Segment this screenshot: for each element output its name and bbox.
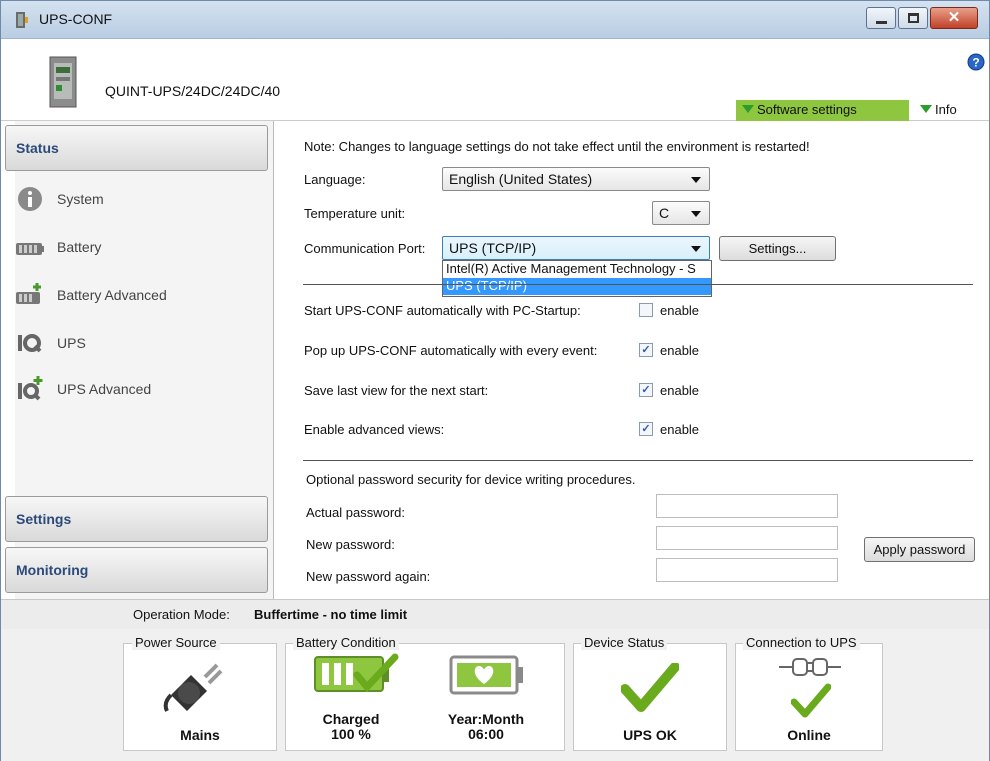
device-name: QUINT-UPS/24DC/24DC/40 — [105, 83, 281, 99]
option-label: Enable advanced views: — [304, 422, 445, 437]
battery-state: Charged — [322, 711, 380, 727]
connection-value: Online — [787, 727, 831, 743]
ups-icon — [18, 334, 42, 353]
option-enable-label: enable — [660, 343, 700, 358]
option-label: Pop up UPS-CONF automatically with every… — [304, 343, 598, 358]
sidebar-section-status[interactable]: Status — [5, 125, 268, 171]
minimize-button[interactable] — [866, 7, 896, 29]
operation-mode-label: Operation Mode: — [133, 607, 230, 622]
communication-port-select[interactable]: UPS (TCP/IP) — [442, 236, 710, 260]
maximize-button[interactable] — [898, 7, 928, 29]
software-settings-label: Software settings — [757, 102, 857, 117]
language-value: English (United States) — [449, 171, 593, 187]
option-label: Save last view for the next start: — [304, 383, 489, 398]
svg-text:?: ? — [972, 56, 979, 70]
operation-mode-value: Buffertime - no time limit — [254, 607, 408, 622]
dropdown-option-selected[interactable]: UPS (TCP/IP) — [443, 278, 711, 295]
battery-health-icon — [449, 655, 523, 695]
actual-password-label: Actual password: — [306, 505, 405, 520]
communication-port-value: UPS (TCP/IP) — [449, 240, 537, 256]
option-enable-label: enable — [660, 303, 700, 318]
device-image-icon — [49, 56, 77, 108]
info-tab[interactable]: Info — [916, 100, 976, 121]
chevron-down-icon — [691, 211, 701, 217]
new-password-again-field[interactable] — [656, 558, 838, 582]
battery-age-label: Year:Month — [447, 711, 525, 727]
new-password-label: New password: — [306, 537, 395, 552]
device-header: QUINT-UPS/24DC/24DC/40 Software settings… — [1, 39, 989, 121]
option-enable-label: enable — [660, 422, 700, 437]
chevron-down-icon — [691, 177, 701, 183]
app-icon — [16, 12, 28, 28]
power-source-value: Mains — [180, 727, 220, 743]
startup-checkbox[interactable] — [639, 303, 653, 317]
sidebar-section-settings[interactable]: Settings — [5, 496, 268, 542]
port-settings-button[interactable]: Settings... — [719, 236, 836, 261]
help-icon[interactable]: ? — [967, 53, 985, 71]
window-title: UPS-CONF — [39, 11, 113, 27]
language-select[interactable]: English (United States) — [442, 167, 710, 191]
power-source-title: Power Source — [132, 635, 220, 650]
battery-condition-title: Battery Condition — [293, 635, 399, 650]
language-note: Note: Changes to language settings do no… — [304, 139, 810, 154]
expand-triangle-icon — [920, 105, 932, 113]
temperature-unit-select[interactable]: C — [652, 201, 710, 225]
option-enable-label: enable — [660, 383, 700, 398]
sidebar-item-label: System — [57, 191, 104, 207]
power-plug-icon — [163, 663, 223, 712]
actual-password-field[interactable] — [656, 494, 838, 518]
chevron-down-icon — [691, 246, 701, 252]
battery-advanced-icon — [16, 283, 41, 304]
software-settings-tab[interactable]: Software settings — [736, 100, 909, 121]
sidebar-item-label: UPS — [57, 335, 86, 351]
save-view-checkbox[interactable]: ✓ — [639, 383, 653, 397]
sidebar-section-monitoring[interactable]: Monitoring — [5, 547, 268, 593]
option-label: Start UPS-CONF automatically with PC-Sta… — [304, 303, 581, 318]
language-label: Language: — [304, 172, 366, 187]
popup-checkbox[interactable]: ✓ — [639, 343, 653, 357]
application-window: UPS-CONF ✕ QUINT-UPS/24DC/24DC/40 Softwa… — [0, 0, 990, 761]
connector-icon — [779, 658, 841, 676]
advanced-views-checkbox[interactable]: ✓ — [639, 422, 653, 436]
dropdown-option[interactable]: Intel(R) Active Management Technology - … — [443, 261, 711, 278]
sidebar-item-label: UPS Advanced — [57, 381, 152, 397]
checkmark-icon — [621, 663, 679, 712]
communication-port-label: Communication Port: — [304, 241, 426, 256]
expand-triangle-icon — [742, 105, 754, 113]
close-button[interactable]: ✕ — [930, 7, 978, 29]
settings-panel — [277, 121, 989, 599]
password-note: Optional password security for device wr… — [306, 472, 636, 487]
communication-port-dropdown[interactable]: Intel(R) Active Management Technology - … — [442, 260, 712, 297]
sidebar-item-label: Battery Advanced — [57, 287, 167, 303]
sidebar-item-label: Battery — [57, 239, 102, 255]
new-password-field[interactable] — [656, 526, 838, 550]
temperature-unit-value: C — [659, 205, 670, 221]
ups-advanced-icon — [18, 376, 43, 401]
device-status-value: UPS OK — [623, 727, 677, 743]
new-password-again-label: New password again: — [306, 569, 431, 584]
apply-password-button[interactable]: Apply password — [864, 537, 975, 562]
info-icon — [18, 187, 42, 211]
device-status-title: Device Status — [581, 635, 668, 650]
title-bar[interactable]: UPS-CONF ✕ — [1, 1, 989, 39]
info-label: Info — [935, 102, 957, 117]
battery-age-value: 06:00 — [468, 726, 504, 742]
divider — [303, 284, 973, 285]
battery-percent: 100 % — [331, 726, 371, 742]
battery-icon — [16, 243, 44, 255]
battery-charged-icon — [314, 653, 399, 693]
online-checkmark-icon — [791, 683, 831, 718]
temperature-unit-label: Temperature unit: — [304, 206, 406, 221]
connection-title: Connection to UPS — [743, 635, 860, 650]
divider — [303, 460, 973, 461]
